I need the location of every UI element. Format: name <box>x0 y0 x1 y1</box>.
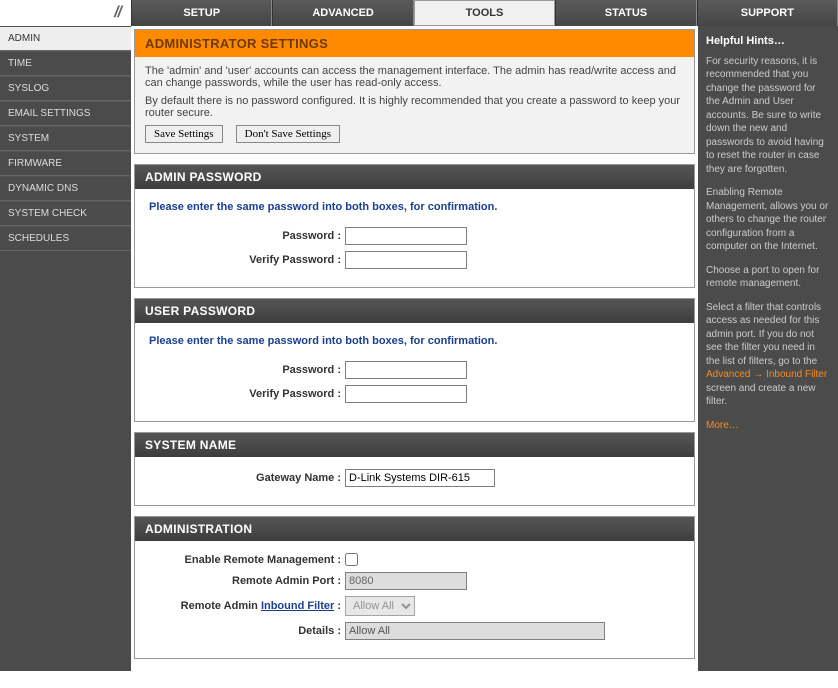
admin-password-label: Password : <box>149 230 345 242</box>
tab-setup[interactable]: SETUP <box>131 0 272 26</box>
user-password-label: Password : <box>149 364 345 376</box>
admin-password-input[interactable] <box>345 227 467 245</box>
sidebar: ADMIN TIME SYSLOG EMAIL SETTINGS SYSTEM … <box>0 26 131 671</box>
intro-box: The 'admin' and 'user' accounts can acce… <box>134 57 695 154</box>
admin-verify-password-label: Verify Password : <box>149 254 345 266</box>
top-nav: SETUP ADVANCED TOOLS STATUS SUPPORT <box>131 0 838 26</box>
sidebar-item-email-settings[interactable]: EMAIL SETTINGS <box>0 101 131 126</box>
hints-p3: Choose a port to open for remote managem… <box>706 264 830 291</box>
enable-remote-management-label: Enable Remote Management : <box>149 554 345 566</box>
sidebar-item-dynamic-dns[interactable]: DYNAMIC DNS <box>0 176 131 201</box>
remote-admin-inbound-filter-select[interactable]: Allow All <box>345 596 415 616</box>
hints-p2: Enabling Remote Management, allows you o… <box>706 186 830 254</box>
details-input <box>345 622 605 640</box>
user-verify-password-label: Verify Password : <box>149 388 345 400</box>
enable-remote-management-checkbox[interactable] <box>345 553 358 566</box>
intro-text-1: The 'admin' and 'user' accounts can acce… <box>145 65 684 89</box>
dont-save-settings-button[interactable]: Don't Save Settings <box>236 125 340 143</box>
tab-tools[interactable]: TOOLS <box>414 0 555 26</box>
tab-status[interactable]: STATUS <box>555 0 696 26</box>
sidebar-item-system[interactable]: SYSTEM <box>0 126 131 151</box>
admin-verify-password-input[interactable] <box>345 251 467 269</box>
gateway-name-label: Gateway Name : <box>149 472 345 484</box>
tab-advanced[interactable]: ADVANCED <box>272 0 413 26</box>
section-head-system-name: SYSTEM NAME <box>135 433 694 457</box>
user-password-input[interactable] <box>345 361 467 379</box>
page-title: ADMINISTRATOR SETTINGS <box>134 29 695 57</box>
admin-password-instruction: Please enter the same password into both… <box>149 201 680 213</box>
section-head-user-password: USER PASSWORD <box>135 299 694 323</box>
sidebar-item-firmware[interactable]: FIRMWARE <box>0 151 131 176</box>
user-password-instruction: Please enter the same password into both… <box>149 335 680 347</box>
inbound-filter-link[interactable]: Inbound Filter <box>261 600 334 612</box>
save-settings-button[interactable]: Save Settings <box>145 125 223 143</box>
hints-p1: For security reasons, it is recommended … <box>706 55 830 177</box>
user-verify-password-input[interactable] <box>345 385 467 403</box>
sidebar-item-system-check[interactable]: SYSTEM CHECK <box>0 201 131 226</box>
hints-link-inbound-filter[interactable]: Inbound Filter <box>766 369 827 380</box>
tab-support[interactable]: SUPPORT <box>697 0 838 26</box>
sidebar-item-admin[interactable]: ADMIN <box>0 26 131 51</box>
hints-more-link[interactable]: More… <box>706 420 739 431</box>
remote-admin-port-label: Remote Admin Port : <box>149 575 345 587</box>
hints-title: Helpful Hints… <box>706 34 830 49</box>
intro-text-2: By default there is no password configur… <box>145 95 684 119</box>
remote-admin-inbound-filter-label: Remote Admin Inbound Filter : <box>149 600 345 612</box>
sidebar-item-syslog[interactable]: SYSLOG <box>0 76 131 101</box>
details-label: Details : <box>149 625 345 637</box>
logo: // <box>0 0 131 26</box>
remote-admin-port-input[interactable] <box>345 572 467 590</box>
section-head-administration: ADMINISTRATION <box>135 517 694 541</box>
gateway-name-input[interactable] <box>345 469 495 487</box>
hints-p4: Select a filter that controls access as … <box>706 301 830 409</box>
helpful-hints: Helpful Hints… For security reasons, it … <box>698 26 838 671</box>
section-head-admin-password: ADMIN PASSWORD <box>135 165 694 189</box>
hints-link-advanced[interactable]: Advanced <box>706 369 750 380</box>
sidebar-item-schedules[interactable]: SCHEDULES <box>0 226 131 251</box>
sidebar-item-time[interactable]: TIME <box>0 51 131 76</box>
